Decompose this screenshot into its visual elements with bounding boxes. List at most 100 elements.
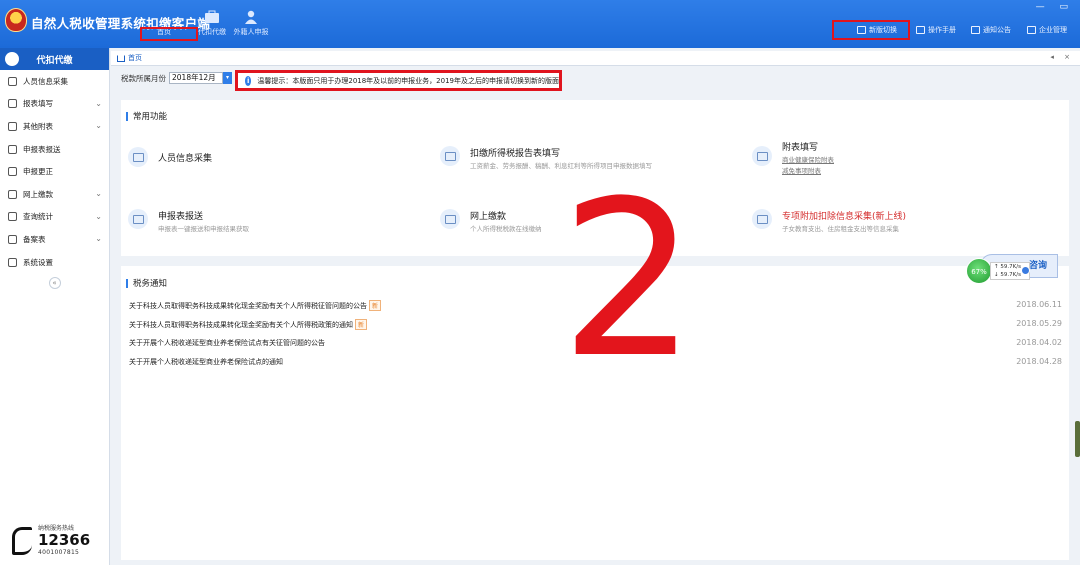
manual-label: 操作手册 [928,26,956,34]
header-bar: 自然人税收管理系统扣缴客户端 首页 代扣代缴 外籍人申报 新版切换 操作手册 通… [0,0,1080,48]
sidebar-collapse-button[interactable]: « [48,277,61,290]
function-title: 扣缴所得税报告表填写 [470,149,561,159]
reduction-link[interactable]: 减免事项附表 [782,165,821,175]
sidebar-item-submit[interactable]: 申报表报送 [0,138,109,161]
function-title: 专项附加扣除信息采集(新上线) [782,212,907,222]
nav-foreigner[interactable]: 外籍人申报 [229,10,273,46]
network-speed-widget[interactable]: 67% ↑ 59.7K/s ↓ 59.7K/s [966,258,1032,284]
hotline-sub-number: 4001007815 [38,549,80,556]
side-scroll-handle[interactable] [1075,421,1080,457]
period-month-input[interactable]: 2018年12月 [169,72,223,84]
period-label: 税款所属月份 [121,73,166,83]
sidebar-header: 代扣代缴 [0,48,109,70]
sidebar-item-label: 报表填写 [23,99,53,109]
home-icon [117,54,125,62]
hotline-block: 纳税服务热线 12366 4001007815 [12,523,102,559]
sidebar-item-settings[interactable]: 系统设置 [0,251,109,274]
warm-tip-banner: i 温馨提示：本版面只用于办理2018年及以前的申报业务，2019年及之后的申报… [235,70,562,91]
person-icon [245,10,257,24]
sidebar-item-label: 网上缴款 [23,189,53,199]
mail-icon [971,26,980,34]
app-window: 自然人税收管理系统扣缴客户端 首页 代扣代缴 外籍人申报 新版切换 操作手册 通… [0,0,1080,565]
function-desc: 个人所得税税款在线缴纳 [470,225,542,233]
function-title: 附表填写 [782,143,819,153]
breadcrumb-home-tab[interactable]: 首页 [128,53,142,63]
window-controls[interactable]: — ▭ [1036,2,1074,12]
sidebar: 代扣代缴 人员信息采集 报表填写 ⌄ 其他附表 ⌄ 申报表报送 申报更正 网上缴款 ⌄… [0,48,110,565]
tab-controls[interactable]: ◂ × [1050,53,1074,61]
hotline-number: 12366 [38,531,91,549]
notice-button[interactable]: 通知公告 [971,23,1011,37]
chart-icon [8,212,17,222]
chevron-down-icon: ⌄ [95,121,102,131]
notice-text: 关于开展个人税收递延型商业养老保险试点的通知 [129,358,283,366]
common-functions-title: 常用功能 [126,110,167,122]
sidebar-item-filing[interactable]: 备案表 ⌄ [0,228,109,251]
function-desc: 子女教育支出、住房租金支出等信息采集 [782,225,899,233]
tax-emblem-icon [5,8,27,32]
sidebar-item-report-fill[interactable]: 报表填写 ⌄ [0,93,109,116]
speed-percent: 67% [966,258,992,284]
sidebar-item-label: 查询统计 [23,212,53,222]
id-card-icon [128,147,148,167]
chevron-down-icon: ⌄ [95,234,102,244]
building-icon [1027,26,1036,34]
sidebar-item-correction[interactable]: 申报更正 [0,160,109,183]
annotation-number: 2 [560,154,697,405]
search-icon [8,167,17,177]
function-attachment[interactable]: 附表填写 商业健康保险附表 减免事项附表 [752,140,1032,180]
notice-text: 关于科技人员取得职务科技成果转化现金奖励有关个人所得税征管问题的公告 [129,302,367,310]
sidebar-item-other-tables[interactable]: 其他附表 ⌄ [0,115,109,138]
breadcrumb: 首页 ◂ × [111,51,1080,66]
tax-notices-title: 税务通知 [126,277,167,289]
gear-icon [8,257,17,267]
calendar-dropdown-icon[interactable]: ▾ [223,72,232,84]
period-filter: 税款所属月份 2018年12月 ▾ [121,72,232,84]
function-submit[interactable]: 申报表报送 申报表一键报送和申报结果获取 [128,209,388,239]
manual-icon [916,26,925,34]
function-title: 网上缴款 [470,212,507,222]
health-insurance-link[interactable]: 商业健康保险附表 [782,154,834,164]
notice-date: 2018.06.11 [1016,300,1062,309]
sidebar-item-payment[interactable]: 网上缴款 ⌄ [0,183,109,206]
sidebar-item-query[interactable]: 查询统计 ⌄ [0,206,109,229]
notice-date: 2018.05.29 [1016,319,1062,328]
sidebar-item-label: 人员信息采集 [23,76,68,86]
sidebar-item-label: 系统设置 [23,257,53,267]
home-icon [156,10,172,24]
notice-label: 通知公告 [983,26,1011,34]
manual-button[interactable]: 操作手册 [916,23,956,37]
enterprise-label: 企业管理 [1039,26,1067,34]
person-card-icon [8,76,17,86]
enterprise-button[interactable]: 企业管理 [1027,23,1067,37]
highlight-home-box [140,27,198,41]
payment-icon [440,209,460,229]
function-personnel[interactable]: 人员信息采集 [128,147,388,177]
highlight-switch-box [832,20,910,40]
notice-text: 关于开展个人税收递延型商业养老保险试点有关征管问题的公告 [129,339,325,347]
notice-date: 2018.04.02 [1016,338,1062,347]
sidebar-title: 代扣代缴 [36,55,73,66]
sidebar-item-label: 申报表报送 [23,144,61,154]
notice-text: 关于科技人员取得职务科技成果转化现金奖励有关个人所得税政策的通知 [129,321,353,329]
chevron-down-icon: ⌄ [95,98,102,108]
sidebar-badge-icon [5,52,19,66]
chevron-down-icon: ⌄ [95,211,102,221]
sidebar-item-label: 备案表 [23,234,46,244]
new-badge: 新 [355,319,368,330]
title-bar [126,278,128,288]
notice-date: 2018.04.28 [1016,357,1062,366]
phone-icon [12,527,32,555]
sidebar-item-label: 其他附表 [23,121,53,131]
new-badge: 新 [369,300,382,311]
edit-icon [752,146,772,166]
report-icon [440,146,460,166]
function-desc: 申报表一键报送和申报结果获取 [158,225,249,233]
nav-withholding-label: 代扣代缴 [198,28,226,36]
chevron-down-icon: ⌄ [95,188,102,198]
sidebar-item-personnel[interactable]: 人员信息采集 [0,70,109,93]
info-icon: i [245,75,252,86]
function-special-deduction[interactable]: 专项附加扣除信息采集(新上线) 子女教育支出、住房租金支出等信息采集 [752,209,1032,239]
tax-notices-title-text: 税务通知 [133,279,168,289]
title-bar [126,111,128,121]
